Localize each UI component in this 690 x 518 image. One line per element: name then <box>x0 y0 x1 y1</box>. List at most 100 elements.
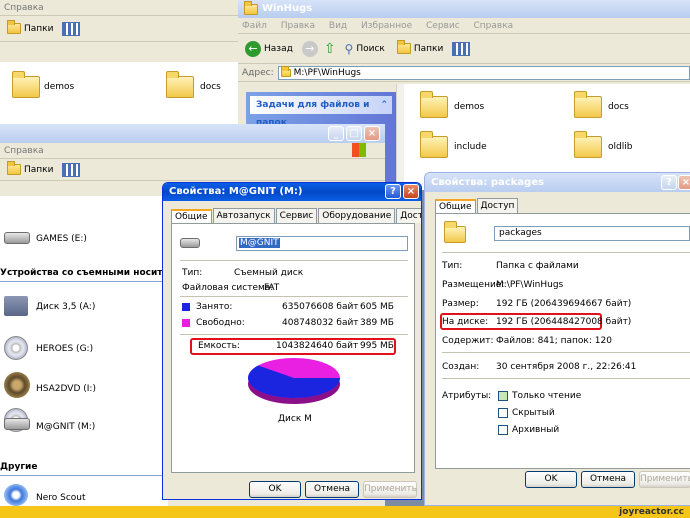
tab-sharing[interactable]: Доступ <box>396 208 421 223</box>
attributes-label: Атрибуты: <box>442 391 492 401</box>
mycomputer-menubar: Справка <box>0 143 385 159</box>
cancel-button[interactable]: Отмена <box>581 471 635 488</box>
folder-icon <box>7 20 21 34</box>
back-button[interactable]: ← Назад <box>242 39 296 59</box>
folder-label-docs[interactable]: docs <box>608 102 629 112</box>
menu-tools[interactable]: Сервис <box>426 21 460 31</box>
tab-general[interactable]: Общие <box>171 209 212 224</box>
drive-games-label[interactable]: GAMES (E:) <box>36 234 87 244</box>
winhugs-toolbar: ← Назад → ⇧ ⚲ Поиск Папки <box>238 34 690 64</box>
address-field[interactable]: M:\PF\WinHugs <box>277 65 690 80</box>
capacity-bytes: 1043824640 байт <box>276 341 359 351</box>
drive-properties-dialog: Свойства: M@GNIT (M:) ? × Общие Автозапу… <box>162 182 422 500</box>
close-button[interactable]: × <box>678 175 690 190</box>
ok-button[interactable]: OK <box>249 481 301 498</box>
address-bar: Адрес: M:\PF\WinHugs <box>238 64 690 82</box>
general-panel: packages Тип: Папка с файлами Размещение… <box>435 213 690 469</box>
dialog-titlebar: Свойства: M@GNIT (M:) <box>163 183 421 201</box>
folder-icon[interactable] <box>12 71 40 98</box>
mycomputer-toolbar: Папки <box>0 159 385 181</box>
folder-icon[interactable] <box>574 131 602 158</box>
folders-button[interactable]: Папки <box>394 40 446 56</box>
nero-scout-label[interactable]: Nero Scout <box>36 493 86 503</box>
up-folder-icon[interactable]: ⇧ <box>324 41 336 57</box>
help-button[interactable]: ? <box>661 175 677 190</box>
free-color-swatch <box>182 319 190 327</box>
folder-label-include[interactable]: include <box>454 142 487 152</box>
folder-icon[interactable] <box>420 91 448 118</box>
contains-label: Содержит: <box>442 336 494 346</box>
dvd-drive-icon[interactable] <box>4 372 30 398</box>
menu-help[interactable]: Справка <box>474 21 514 31</box>
menu-help[interactable]: Справка <box>4 146 44 156</box>
watermark-text: joyreactor.cc <box>619 507 684 517</box>
menu-help[interactable]: Справка <box>4 3 44 13</box>
folder-label-demos[interactable]: demos <box>44 82 74 92</box>
divider <box>442 378 690 379</box>
group-divider <box>0 281 168 282</box>
tab-autoplay[interactable]: Автозапуск <box>212 208 275 223</box>
floppy-drive-icon[interactable] <box>4 296 28 316</box>
hidden-checkbox[interactable] <box>498 408 508 418</box>
task-header[interactable]: Задачи для файлов и папок ⌃ <box>250 96 392 128</box>
minimize-button[interactable]: _ <box>328 126 344 141</box>
folder-label-demos[interactable]: demos <box>454 102 484 112</box>
readonly-checkbox[interactable] <box>498 391 508 401</box>
search-button[interactable]: ⚲ Поиск <box>342 40 388 58</box>
disk-label: Диск M <box>278 414 312 424</box>
views-icon[interactable] <box>62 21 81 36</box>
views-icon[interactable] <box>62 162 81 177</box>
collapse-icon[interactable]: ⌃ <box>380 96 388 114</box>
menu-view[interactable]: Вид <box>329 21 347 31</box>
drive-floppy-label[interactable]: Диск 3,5 (A:) <box>36 302 95 312</box>
windows-logo-icon <box>352 143 366 157</box>
close-button[interactable]: × <box>403 184 419 199</box>
archive-checkbox[interactable] <box>498 425 508 435</box>
hard-drive-icon[interactable] <box>4 232 30 244</box>
folder-icon <box>244 0 258 15</box>
folders-label: Папки <box>24 23 54 34</box>
maximize-button[interactable]: □ <box>346 126 362 141</box>
apply-button[interactable]: Применить <box>363 481 417 498</box>
folder-label-docs[interactable]: docs <box>200 82 221 92</box>
menu-edit[interactable]: Правка <box>281 21 315 31</box>
folder-name-value: packages <box>499 228 542 238</box>
folders-button[interactable]: Папки <box>4 161 56 177</box>
other-group-header: Другие <box>0 462 38 472</box>
nero-scout-icon[interactable] <box>4 484 28 506</box>
folders-button[interactable]: Папки <box>4 20 56 36</box>
apply-button[interactable]: Применить <box>639 471 690 488</box>
folder-label-oldlib[interactable]: oldlib <box>608 142 632 152</box>
close-button[interactable]: × <box>364 126 380 141</box>
menu-favorites[interactable]: Избранное <box>361 21 412 31</box>
help-button[interactable]: ? <box>385 184 401 199</box>
folders-label: Папки <box>413 43 444 54</box>
tab-sharing[interactable]: Доступ <box>476 198 519 213</box>
drive-heroes-label[interactable]: HEROES (G:) <box>36 344 93 354</box>
size-label: Размер: <box>442 299 479 309</box>
divider <box>180 334 408 335</box>
views-icon[interactable] <box>452 41 471 56</box>
type-value: Съемный диск <box>234 268 304 278</box>
folder-icon[interactable] <box>574 91 602 118</box>
drive-hsa-label[interactable]: HSA2DVD (I:) <box>36 384 96 394</box>
usb-drive-icon[interactable] <box>4 418 30 430</box>
ok-button[interactable]: OK <box>525 471 577 488</box>
drive-magnit-label[interactable]: M@GNIT (M:) <box>36 422 95 432</box>
folder-name-input[interactable]: packages <box>494 226 690 241</box>
scrollbar[interactable] <box>396 84 404 190</box>
folder-icon[interactable] <box>420 131 448 158</box>
tab-general[interactable]: Общие <box>435 199 476 214</box>
cd-drive-icon[interactable] <box>4 336 28 360</box>
divider <box>180 296 408 297</box>
drive-name-input[interactable]: M@GNIT <box>236 236 408 251</box>
tab-tools[interactable]: Сервис <box>275 208 318 223</box>
menu-file[interactable]: Файл <box>242 21 267 31</box>
drive-name-value: M@GNIT <box>239 238 280 248</box>
folder-icon[interactable] <box>166 71 194 98</box>
cancel-button[interactable]: Отмена <box>305 481 359 498</box>
fs-label: Файловая система: <box>182 283 274 293</box>
forward-arrow-icon[interactable]: → <box>301 40 318 57</box>
tab-hardware[interactable]: Оборудование <box>318 208 396 223</box>
back-toolbar: Папки <box>0 16 238 42</box>
